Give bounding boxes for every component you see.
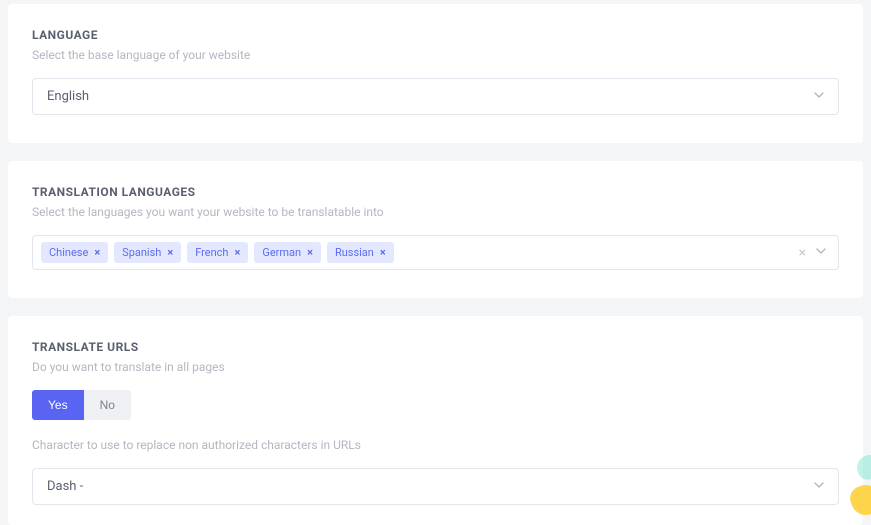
tag-remove-icon[interactable]: ×	[380, 246, 386, 259]
chevron-down-icon	[814, 482, 824, 492]
chevron-down-icon[interactable]	[816, 248, 826, 258]
translation-tag[interactable]: German ×	[254, 242, 321, 263]
tag-remove-icon[interactable]: ×	[307, 246, 313, 259]
translation-tag-input[interactable]: Chinese × Spanish × French × German × Ru…	[32, 235, 839, 270]
tag-label: Spanish	[122, 246, 161, 259]
tag-remove-icon[interactable]: ×	[234, 246, 240, 259]
language-select[interactable]: English	[32, 78, 839, 115]
language-title: LANGUAGE	[32, 28, 839, 42]
tag-input-controls: ×	[799, 245, 830, 261]
url-char-select-value: Dash -	[47, 479, 83, 494]
tag-label: German	[262, 246, 301, 259]
tag-label: Chinese	[49, 246, 88, 259]
tag-label: French	[195, 246, 228, 259]
urls-title: TRANSLATE URLS	[32, 340, 839, 354]
translation-tags-container: Chinese × Spanish × French × German × Ru…	[41, 242, 793, 263]
translation-title: TRANSLATION LANGUAGES	[32, 185, 839, 199]
urls-card: TRANSLATE URLS Do you want to translate …	[8, 316, 863, 525]
translation-tag[interactable]: Chinese ×	[41, 242, 108, 263]
language-card: LANGUAGE Select the base language of you…	[8, 4, 863, 143]
translate-urls-toggle: Yes No	[32, 390, 131, 420]
tag-remove-icon[interactable]: ×	[94, 246, 100, 259]
urls-desc2: Character to use to replace non authoriz…	[32, 438, 839, 452]
language-desc: Select the base language of your website	[32, 48, 839, 62]
urls-desc1: Do you want to translate in all pages	[32, 360, 839, 374]
toggle-yes-button[interactable]: Yes	[32, 390, 84, 420]
translation-card: TRANSLATION LANGUAGES Select the languag…	[8, 161, 863, 298]
language-select-value: English	[47, 89, 89, 104]
translation-tag[interactable]: Spanish ×	[114, 242, 181, 263]
clear-all-icon[interactable]: ×	[799, 245, 806, 261]
chevron-down-icon	[814, 92, 824, 102]
url-char-select[interactable]: Dash -	[32, 468, 839, 505]
tag-remove-icon[interactable]: ×	[167, 246, 173, 259]
toggle-no-button[interactable]: No	[84, 390, 131, 420]
translation-tag[interactable]: Russian ×	[327, 242, 394, 263]
translation-tag[interactable]: French ×	[187, 242, 248, 263]
translation-desc: Select the languages you want your websi…	[32, 205, 839, 219]
tag-label: Russian	[335, 246, 374, 259]
